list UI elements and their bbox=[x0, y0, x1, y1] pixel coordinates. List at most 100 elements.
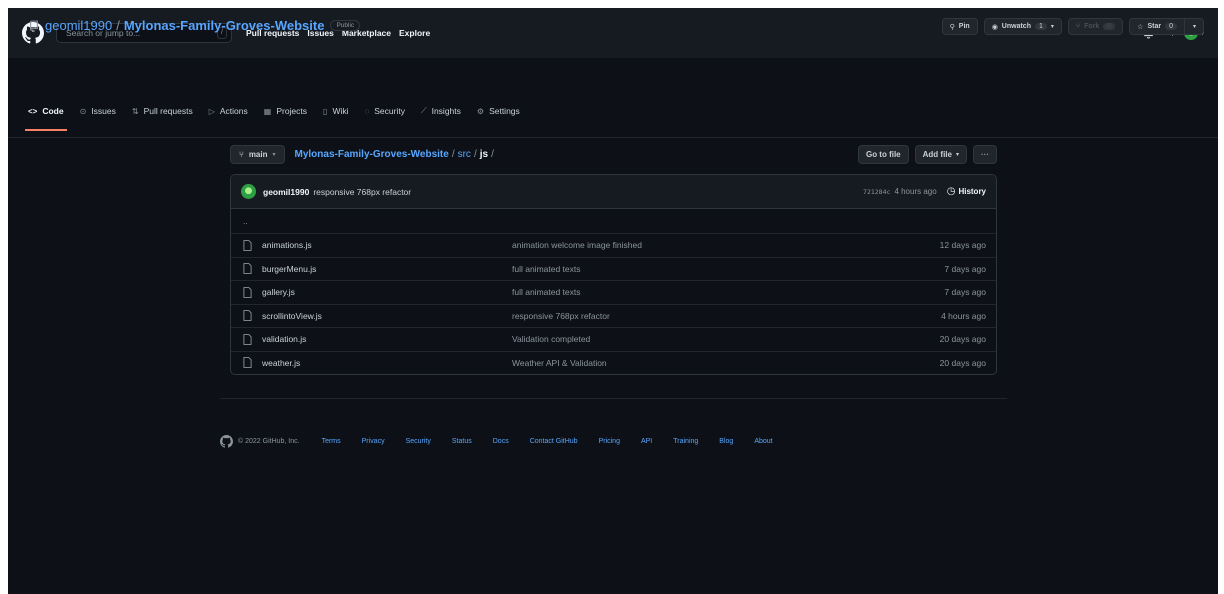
tab-label: Wiki bbox=[332, 106, 349, 116]
tab-issues[interactable]: ⊙ Issues bbox=[80, 100, 116, 122]
tab-label: Code bbox=[42, 106, 64, 116]
screen-border-left bbox=[0, 8, 8, 594]
table-row[interactable]: validation.js Validation completed 20 da… bbox=[231, 327, 996, 351]
file-age: 4 hours ago bbox=[941, 310, 986, 321]
table-row[interactable]: weather.js Weather API & Validation 20 d… bbox=[231, 350, 996, 375]
fork-label: Fork bbox=[1084, 23, 1100, 30]
code-icon: <> bbox=[28, 106, 38, 116]
table-row[interactable]: scrollintoView.js responsive 768px refac… bbox=[231, 303, 996, 328]
eye-icon: ◉ bbox=[991, 23, 998, 31]
tab-wiki[interactable]: ▯ Wiki bbox=[323, 100, 348, 122]
breadcrumb-separator: / bbox=[491, 148, 494, 160]
breadcrumb-src-link[interactable]: src bbox=[458, 149, 471, 160]
clock-icon: ◷ bbox=[946, 186, 956, 197]
unwatch-label: Unwatch bbox=[1001, 23, 1031, 30]
file-list: geomil1990 responsive 768px refactor 721… bbox=[230, 174, 997, 375]
file-commit-message-link[interactable]: full animated texts bbox=[512, 287, 581, 297]
unwatch-button[interactable]: ◉ Unwatch 1 ▾ bbox=[983, 18, 1062, 35]
avatar[interactable] bbox=[241, 184, 256, 199]
tab-label: Settings bbox=[489, 106, 520, 116]
pin-button[interactable]: ⚲ Pin bbox=[941, 18, 978, 35]
shield-icon: ◌ bbox=[364, 106, 370, 116]
tab-code[interactable]: <> Code bbox=[25, 100, 67, 131]
file-commit-message-link[interactable]: Validation completed bbox=[512, 334, 590, 344]
github-logo-icon[interactable] bbox=[220, 435, 233, 448]
repo-actions: ⚲ Pin ◉ Unwatch 1 ▾ ⑂ Fork 0 ☆ Star 0 ▾ bbox=[941, 18, 1204, 35]
nav-explore[interactable]: Explore bbox=[399, 28, 430, 38]
footer-link-about[interactable]: About bbox=[754, 438, 772, 445]
file-name-link[interactable]: scrollintoView.js bbox=[262, 311, 512, 321]
more-options-button[interactable]: ··· bbox=[973, 144, 997, 164]
file-name-link[interactable]: weather.js bbox=[262, 358, 512, 368]
footer-link-privacy[interactable]: Privacy bbox=[362, 438, 385, 445]
file-name-link[interactable]: validation.js bbox=[262, 334, 512, 344]
footer-link-api[interactable]: API bbox=[641, 438, 652, 445]
footer-link-blog[interactable]: Blog bbox=[719, 438, 733, 445]
footer-copyright: © 2022 GitHub, Inc. bbox=[220, 435, 300, 448]
chevron-down-icon: ▾ bbox=[1050, 24, 1054, 30]
tab-security[interactable]: ◌ Security bbox=[365, 100, 405, 122]
button-divider bbox=[1183, 18, 1185, 35]
commit-meta: 721284c 4 hours ago ◷ History bbox=[863, 186, 986, 197]
commit-message-link[interactable]: responsive 768px refactor bbox=[313, 187, 411, 197]
footer-links: Terms Privacy Security Status Docs Conta… bbox=[322, 438, 773, 445]
commit-sha-link[interactable]: 721284c bbox=[863, 188, 890, 196]
chevron-down-icon: ▾ bbox=[272, 151, 276, 158]
repo-owner-link[interactable]: geomil1990 bbox=[45, 18, 112, 33]
star-label: Star bbox=[1147, 23, 1162, 30]
unwatch-count: 1 bbox=[1034, 23, 1047, 30]
tab-insights[interactable]: ⟋ Insights bbox=[421, 100, 461, 122]
file-commit-message-link[interactable]: animation welcome image finished bbox=[512, 240, 642, 250]
tab-actions[interactable]: ▷ Actions bbox=[209, 100, 248, 122]
tab-projects[interactable]: ▦ Projects bbox=[264, 100, 307, 122]
file-commit-message-link[interactable]: full animated texts bbox=[512, 264, 581, 274]
tab-label: Pull requests bbox=[143, 106, 193, 116]
branch-selector[interactable]: ⑂ main ▾ bbox=[230, 144, 285, 164]
tab-label: Insights bbox=[431, 106, 461, 116]
pin-label: Pin bbox=[958, 23, 970, 30]
fork-icon: ⑂ bbox=[1075, 23, 1081, 30]
table-icon: ▦ bbox=[263, 106, 272, 116]
repo-name-link[interactable]: Mylonas-Family-Groves-Website bbox=[124, 18, 325, 33]
screen-border-right bbox=[1218, 8, 1224, 594]
tab-label: Security bbox=[374, 106, 405, 116]
table-row[interactable]: gallery.js full animated texts 7 days ag… bbox=[231, 280, 996, 304]
branch-name: main bbox=[248, 149, 268, 159]
footer-link-training[interactable]: Training bbox=[673, 438, 698, 445]
chevron-down-icon: ▾ bbox=[1192, 24, 1196, 30]
repo-tabs: <> Code ⊙ Issues ⇅ Pull requests ▷ Actions ▦… bbox=[25, 100, 520, 131]
footer-link-contact[interactable]: Contact GitHub bbox=[530, 438, 578, 445]
breadcrumb-separator: / bbox=[451, 148, 455, 160]
footer-link-terms[interactable]: Terms bbox=[322, 438, 341, 445]
star-button[interactable]: ☆ Star 0 ▾ bbox=[1129, 18, 1204, 35]
breadcrumb-root-link[interactable]: Mylonas-Family-Groves-Website bbox=[295, 149, 449, 160]
tab-pull-requests[interactable]: ⇅ Pull requests bbox=[132, 100, 193, 122]
file-icon bbox=[243, 263, 252, 275]
footer-link-pricing[interactable]: Pricing bbox=[599, 438, 620, 445]
history-label: History bbox=[958, 187, 986, 196]
footer-link-docs[interactable]: Docs bbox=[493, 438, 509, 445]
fork-button[interactable]: ⑂ Fork 0 bbox=[1067, 18, 1124, 35]
table-row[interactable]: burgerMenu.js full animated texts 7 days… bbox=[231, 256, 996, 281]
history-link[interactable]: ◷ History bbox=[947, 186, 986, 197]
file-name-link[interactable]: burgerMenu.js bbox=[262, 264, 512, 274]
go-to-file-button[interactable]: Go to file bbox=[857, 144, 909, 164]
footer-link-security[interactable]: Security bbox=[406, 438, 431, 445]
file-commit-message-link[interactable]: responsive 768px refactor bbox=[512, 311, 610, 321]
footer-link-status[interactable]: Status bbox=[452, 438, 472, 445]
tab-settings[interactable]: ⚙ Settings bbox=[477, 100, 520, 122]
tab-label: Projects bbox=[276, 106, 308, 116]
file-name-link[interactable]: animations.js bbox=[262, 240, 512, 250]
table-row[interactable]: animations.js animation welcome image fi… bbox=[231, 233, 996, 257]
add-file-button[interactable]: Add file ▾ bbox=[914, 144, 967, 164]
repo-icon bbox=[30, 20, 38, 32]
file-name-link[interactable]: gallery.js bbox=[262, 287, 512, 297]
file-commit-message-link[interactable]: Weather API & Validation bbox=[512, 358, 607, 368]
parent-directory-row[interactable]: .. bbox=[231, 209, 996, 233]
chevron-down-icon: ▾ bbox=[955, 151, 959, 158]
github-app: Search or jump to... / Pull requests Iss… bbox=[8, 8, 1218, 594]
commit-author-link[interactable]: geomil1990 bbox=[263, 187, 309, 197]
parent-directory-link[interactable]: .. bbox=[243, 216, 248, 226]
commit-age: 4 hours ago bbox=[894, 187, 937, 196]
repo-title: geomil1990 / Mylonas-Family-Groves-Websi… bbox=[28, 18, 361, 33]
